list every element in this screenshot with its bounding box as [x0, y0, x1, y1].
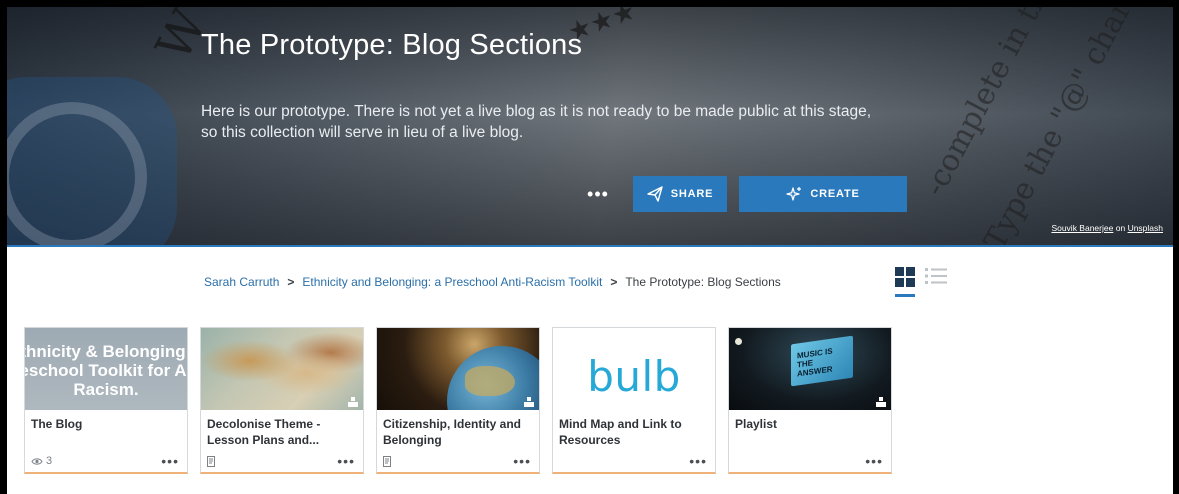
hero-bg-lettering-2: -complete in the — [917, 7, 1064, 202]
card-footer: ••• — [383, 454, 531, 468]
breadcrumb-separator: > — [287, 275, 295, 289]
note-icon — [207, 455, 215, 467]
create-button[interactable]: CREATE — [739, 176, 907, 212]
view-count-value: 3 — [46, 455, 53, 467]
thumb-text-line: Racism. — [73, 379, 139, 399]
card-title: The Blog — [31, 417, 83, 431]
collection-title: The Prototype: Blog Sections — [201, 29, 583, 61]
list-view-button[interactable] — [925, 267, 947, 285]
card-view-count: 3 — [31, 455, 52, 467]
hero-actions: ••• SHARE CREATE — [583, 176, 907, 212]
collection-card-citizenship[interactable]: Citizenship, Identity and Belonging ••• — [376, 327, 540, 474]
card-title: Citizenship, Identity and Belonging — [383, 417, 522, 447]
breadcrumb: Sarah Carruth > Ethnicity and Belonging:… — [204, 275, 781, 289]
list-view-icon — [925, 268, 947, 284]
card-thumbnail — [201, 328, 363, 410]
page-frame: W -complete in the Type the "@" charact … — [7, 7, 1173, 494]
collection-card-blog[interactable]: thnicity & Belonging eschool Toolkit for… — [24, 327, 188, 474]
collection-card-mind-map[interactable]: bulb Mind Map and Link to Resources ••• — [552, 327, 716, 474]
card-title: Decolonise Theme - Lesson Plans and... — [207, 417, 321, 447]
lamp-image — [735, 338, 742, 345]
grid-view-icon — [895, 267, 915, 287]
breadcrumb-item-current: The Prototype: Blog Sections — [625, 275, 781, 289]
share-button[interactable]: SHARE — [633, 176, 727, 212]
hero-bg-app-icon-inner — [7, 102, 147, 245]
sparkle-icon — [786, 187, 802, 201]
card-footer: 3 ••• — [31, 454, 179, 468]
card-footer: ••• — [559, 454, 707, 468]
card-more-button[interactable]: ••• — [513, 454, 531, 468]
collection-badge-icon — [348, 397, 358, 407]
paper-plane-icon — [647, 186, 663, 202]
share-label: SHARE — [670, 188, 714, 200]
collection-badge-icon — [876, 397, 886, 407]
hero-bg-lettering-3: Type the "@" charact — [977, 7, 1161, 245]
eye-icon — [31, 457, 43, 465]
card-thumbnail: bulb — [553, 328, 715, 410]
hero-bg-app-icon — [7, 77, 177, 245]
collection-card-playlist[interactable]: MUSIC IS THE ANSWER Playlist ••• — [728, 327, 892, 474]
card-title: Playlist — [735, 417, 778, 431]
card-thumbnail — [377, 328, 539, 410]
note-icon — [383, 455, 391, 467]
card-title: Mind Map and Link to Resources — [559, 417, 682, 447]
bulb-logo: bulb — [587, 351, 681, 401]
card-footer: ••• — [735, 454, 883, 468]
card-more-button[interactable]: ••• — [161, 454, 179, 468]
music-sign-image: MUSIC IS THE ANSWER — [791, 335, 853, 387]
photo-credit: Souvik Banerjee on Unsplash — [1051, 223, 1163, 233]
view-toggle — [895, 267, 947, 297]
card-more-button[interactable]: ••• — [337, 454, 355, 468]
breadcrumb-item-owner[interactable]: Sarah Carruth — [204, 275, 279, 289]
grid-view-button[interactable] — [895, 267, 915, 297]
credit-on-text: on — [1115, 223, 1126, 233]
card-meta — [383, 455, 393, 467]
card-more-button[interactable]: ••• — [689, 454, 707, 468]
collection-card-decolonise[interactable]: Decolonise Theme - Lesson Plans and... •… — [200, 327, 364, 474]
create-label: CREATE — [810, 188, 860, 200]
credit-site-link[interactable]: Unsplash — [1128, 223, 1163, 233]
card-more-button[interactable]: ••• — [865, 454, 883, 468]
collection-description: Here is our prototype. There is not yet … — [201, 103, 872, 141]
collection-badge-icon — [524, 397, 534, 407]
card-meta — [207, 455, 217, 467]
card-thumbnail: thnicity & Belonging eschool Toolkit for… — [25, 328, 187, 410]
card-footer: ••• — [207, 454, 355, 468]
breadcrumb-item-parent-collection[interactable]: Ethnicity and Belonging: a Preschool Ant… — [302, 275, 602, 289]
more-options-button[interactable]: ••• — [583, 184, 613, 205]
breadcrumb-separator: > — [610, 275, 618, 289]
credit-author-link[interactable]: Souvik Banerjee — [1051, 223, 1113, 233]
hero-divider — [7, 245, 1173, 247]
hero-banner: W -complete in the Type the "@" charact … — [7, 7, 1173, 245]
thumb-text-line: thnicity & Belonging — [25, 341, 186, 361]
thumb-text-line: eschool Toolkit for A — [25, 360, 187, 380]
card-thumbnail: MUSIC IS THE ANSWER — [729, 328, 891, 410]
